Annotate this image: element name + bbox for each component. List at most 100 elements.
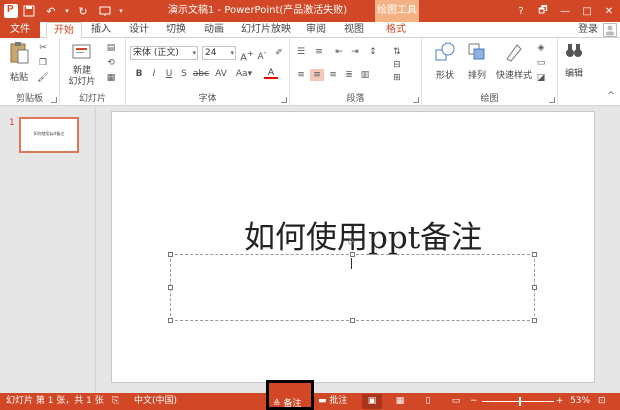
- slide-sorter-icon[interactable]: ▦: [390, 394, 410, 409]
- columns-icon[interactable]: ▥: [358, 69, 372, 81]
- tab-slideshow[interactable]: 幻灯片放映: [238, 22, 294, 38]
- resize-handle[interactable]: [532, 252, 537, 257]
- align-text-icon[interactable]: ⊟: [390, 59, 404, 71]
- shapes-button[interactable]: 形状: [430, 41, 460, 81]
- increase-indent-icon[interactable]: ⇥: [348, 46, 362, 58]
- zoom-level[interactable]: 53%: [570, 393, 590, 410]
- font-size-value: 24: [205, 48, 217, 58]
- font-size-combo[interactable]: 24 ▾: [202, 46, 236, 60]
- justify-icon[interactable]: ≣: [342, 69, 356, 81]
- increase-font-size-icon[interactable]: A+: [240, 47, 254, 63]
- cut-icon[interactable]: ✂: [36, 42, 50, 54]
- section-icon[interactable]: ▦: [104, 72, 118, 84]
- paragraph-launcher-icon[interactable]: [413, 97, 419, 103]
- zoom-out-icon[interactable]: −: [470, 393, 478, 410]
- convert-to-smartart-icon[interactable]: ⊞: [390, 72, 404, 84]
- underline-button[interactable]: U: [162, 68, 176, 80]
- resize-handle[interactable]: [350, 252, 355, 257]
- help-icon[interactable]: ?: [510, 0, 532, 22]
- text-direction-icon[interactable]: ⇅: [390, 46, 404, 58]
- normal-view-icon[interactable]: ▣: [362, 394, 382, 409]
- fit-to-window-icon[interactable]: ⊡: [598, 393, 606, 410]
- strikethrough-button[interactable]: abc: [192, 68, 210, 80]
- tab-insert[interactable]: 插入: [86, 22, 116, 38]
- bullets-icon[interactable]: ☰: [294, 46, 308, 58]
- change-case-icon[interactable]: Aa▾: [234, 68, 254, 80]
- clipboard-launcher-icon[interactable]: [51, 97, 57, 103]
- reset-icon[interactable]: ⟲: [104, 57, 118, 69]
- shape-effects-icon[interactable]: ◪: [534, 72, 548, 84]
- copy-icon[interactable]: ❐: [36, 57, 50, 69]
- character-spacing-icon[interactable]: AV: [212, 68, 230, 80]
- slideshow-icon[interactable]: ▭: [446, 394, 466, 409]
- rotate-handle-icon[interactable]: ⟳: [348, 239, 357, 248]
- tab-animations[interactable]: 动画: [199, 22, 229, 38]
- align-right-icon[interactable]: ≡: [326, 69, 340, 81]
- tab-home[interactable]: 开始: [46, 22, 82, 39]
- tab-view[interactable]: 视图: [339, 22, 369, 38]
- tab-format[interactable]: 格式: [381, 22, 411, 38]
- minimize-icon[interactable]: —: [554, 0, 576, 22]
- shadow-button[interactable]: S: [177, 68, 191, 80]
- tab-design[interactable]: 设计: [124, 22, 154, 38]
- format-painter-icon[interactable]: 🖌: [36, 72, 50, 84]
- window-controls: ? 🗗 — □ ✕: [510, 0, 620, 22]
- decrease-indent-icon[interactable]: ⇤: [332, 46, 346, 58]
- line-spacing-icon[interactable]: ↕: [366, 46, 380, 58]
- language-indicator[interactable]: 中文(中国): [134, 393, 177, 410]
- start-from-beginning-icon[interactable]: [94, 0, 116, 22]
- undo-icon[interactable]: ↶: [40, 0, 62, 22]
- undo-dropdown-icon[interactable]: ▾: [62, 0, 72, 22]
- slides-group: 新建 幻灯片 ▤ ⟲ ▦ 幻灯片: [60, 38, 126, 106]
- new-slide-icon: [72, 44, 91, 59]
- font-name-combo[interactable]: 宋体 (正文) ▾: [130, 46, 198, 60]
- resize-handle[interactable]: [532, 318, 537, 323]
- numbering-icon[interactable]: ≡: [312, 46, 326, 58]
- resize-handle[interactable]: [350, 318, 355, 323]
- paste-button[interactable]: 粘贴: [4, 41, 34, 83]
- zoom-in-icon[interactable]: +: [556, 393, 564, 410]
- resize-handle[interactable]: [532, 285, 537, 290]
- tab-transitions[interactable]: 切换: [161, 22, 191, 38]
- drawing-launcher-icon[interactable]: [549, 97, 555, 103]
- collapse-ribbon-icon[interactable]: ^: [604, 90, 618, 102]
- tab-file[interactable]: 文件: [0, 22, 40, 38]
- spell-check-icon[interactable]: ⎘: [112, 393, 119, 410]
- shape-outline-icon[interactable]: ▭: [534, 57, 548, 69]
- slide-title[interactable]: 如何使用ppt备注: [244, 212, 482, 257]
- quick-styles-button[interactable]: 快速样式: [494, 41, 534, 81]
- bold-button[interactable]: B: [132, 68, 146, 80]
- resize-handle[interactable]: [168, 285, 173, 290]
- customize-qat-icon[interactable]: ▾: [116, 0, 126, 22]
- close-icon[interactable]: ✕: [598, 0, 620, 22]
- shape-fill-icon[interactable]: ◈: [534, 42, 548, 54]
- clear-formatting-icon[interactable]: ✐: [272, 47, 286, 59]
- ribbon-display-options-icon[interactable]: 🗗: [532, 0, 554, 22]
- resize-handle[interactable]: [168, 252, 173, 257]
- new-slide-button[interactable]: 新建 幻灯片: [64, 41, 100, 88]
- font-launcher-icon[interactable]: [281, 97, 287, 103]
- notes-button[interactable]: ≙ 备注: [266, 380, 314, 410]
- resize-handle[interactable]: [168, 318, 173, 323]
- align-center-icon[interactable]: ≡: [310, 69, 324, 81]
- reading-view-icon[interactable]: ▯: [418, 394, 438, 409]
- zoom-slider[interactable]: [482, 401, 554, 402]
- subtitle-placeholder[interactable]: [170, 254, 535, 321]
- layout-icon[interactable]: ▤: [104, 42, 118, 54]
- zoom-slider-thumb[interactable]: [519, 397, 521, 406]
- avatar[interactable]: [603, 23, 617, 37]
- align-left-icon[interactable]: ≡: [294, 69, 308, 81]
- slide-thumbnail[interactable]: 如何使用ppt备注: [19, 117, 79, 153]
- comments-button[interactable]: ▬ 批注: [318, 393, 347, 410]
- editing-button[interactable]: 编辑: [560, 41, 588, 79]
- tab-review[interactable]: 审阅: [301, 22, 331, 38]
- maximize-icon[interactable]: □: [576, 0, 598, 22]
- font-color-button[interactable]: A: [262, 67, 280, 79]
- redo-icon[interactable]: ↻: [72, 0, 94, 22]
- decrease-font-size-icon[interactable]: A-: [255, 47, 269, 62]
- italic-button[interactable]: I: [147, 68, 161, 80]
- arrange-button[interactable]: 排列: [462, 41, 492, 81]
- save-icon[interactable]: [18, 0, 40, 22]
- drawing-tools-contextual-tab: 绘图工具: [375, 0, 419, 22]
- signin-link[interactable]: 登录: [578, 22, 598, 38]
